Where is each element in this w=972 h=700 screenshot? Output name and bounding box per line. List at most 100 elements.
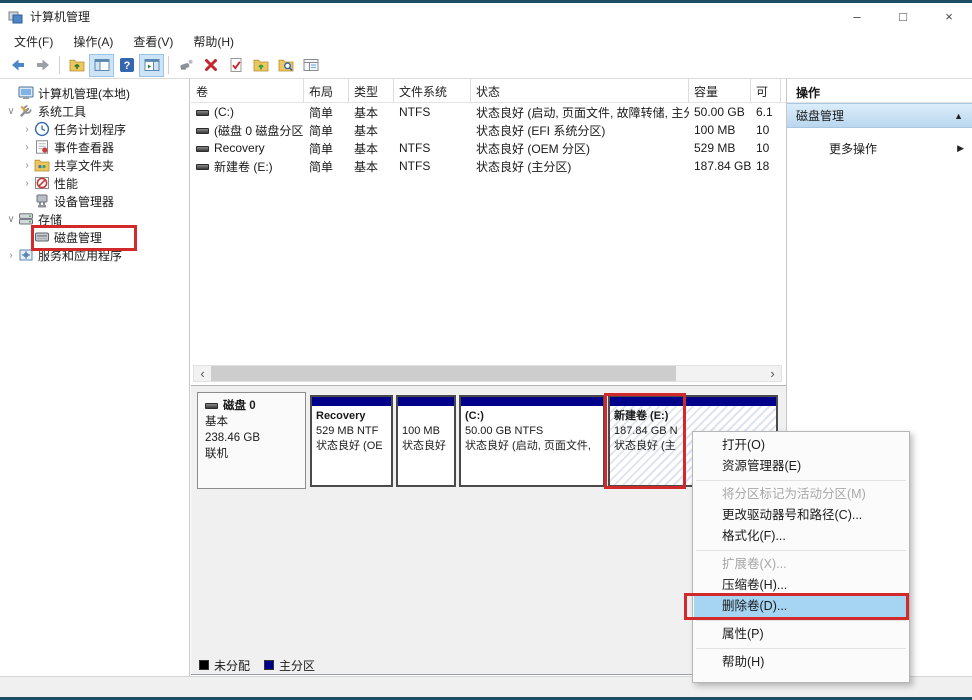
tree-item-performance[interactable]: › 性能 (0, 174, 189, 192)
menu-view[interactable]: 查看(V) (123, 31, 183, 52)
chevron-right-icon[interactable]: › (20, 142, 34, 153)
column-header-volume[interactable]: 卷 (191, 79, 304, 102)
partition-efi[interactable]: 100 MB 状态良好 (396, 395, 456, 487)
column-header-free[interactable]: 可 (751, 79, 781, 102)
window-title: 计算机管理 (30, 8, 90, 25)
column-header-layout[interactable]: 布局 (304, 79, 349, 102)
menu-item-shrink-volume[interactable]: 压缩卷(H)... (694, 575, 908, 596)
console-tool-icon[interactable] (173, 54, 198, 77)
menu-file[interactable]: 文件(F) (4, 31, 63, 52)
chevron-down-icon[interactable]: ∨ (4, 106, 18, 117)
table-row[interactable]: Recovery 简单 基本 NTFS 状态良好 (OEM 分区) 529 MB… (191, 139, 786, 157)
context-menu: 打开(O) 资源管理器(E) 将分区标记为活动分区(M) 更改驱动器号和路径(C… (692, 431, 910, 683)
event-viewer-icon (34, 139, 50, 155)
chevron-right-icon[interactable]: › (20, 124, 34, 135)
menu-action[interactable]: 操作(A) (63, 31, 123, 52)
volume-name: Recovery (214, 141, 265, 155)
volume-icon (196, 164, 209, 170)
menu-item-format[interactable]: 格式化(F)... (694, 526, 908, 547)
tools-icon (18, 103, 34, 119)
delete-icon[interactable] (198, 54, 223, 77)
menu-item-explorer[interactable]: 资源管理器(E) (694, 456, 908, 477)
tree-item-label: 共享文件夹 (54, 157, 114, 174)
collapse-icon[interactable]: ▲ (954, 111, 963, 121)
volume-capacity: 529 MB (689, 141, 751, 155)
tree-item-shared-folders[interactable]: › 共享文件夹 (0, 156, 189, 174)
menu-item-mark-active: 将分区标记为活动分区(M) (694, 484, 908, 505)
close-button[interactable]: × (926, 3, 972, 30)
menu-item-delete-volume[interactable]: 删除卷(D)... (694, 596, 908, 617)
menu-help[interactable]: 帮助(H) (183, 31, 244, 52)
horizontal-scrollbar[interactable]: ‹ › (193, 365, 782, 382)
tree-item-system-tools[interactable]: ∨ 系统工具 (0, 102, 189, 120)
tree-item-computer-management[interactable]: 计算机管理(本地) (0, 84, 189, 102)
unallocated-color-swatch (199, 660, 209, 670)
views-panel-icon[interactable] (298, 54, 323, 77)
device-manager-icon (34, 193, 50, 209)
legend-label: 未分配 (214, 657, 250, 674)
menu-item-label: 删除卷(D)... (722, 599, 787, 613)
tree-item-label: 事件查看器 (54, 139, 114, 156)
table-row[interactable]: (C:) 简单 基本 NTFS 状态良好 (启动, 页面文件, 故障转储, 主分… (191, 103, 786, 121)
partition-size: 529 MB NTF (316, 424, 387, 439)
scroll-left-icon[interactable]: ‹ (194, 366, 211, 381)
submenu-arrow-icon: ▶ (957, 143, 964, 154)
scroll-right-icon[interactable]: › (764, 366, 781, 381)
forward-icon[interactable] (30, 54, 55, 77)
tree-item-event-viewer[interactable]: › 事件查看器 (0, 138, 189, 156)
partition-c[interactable]: (C:) 50.00 GB NTFS 状态良好 (启动, 页面文件, (459, 395, 605, 487)
table-row[interactable]: 新建卷 (E:) 简单 基本 NTFS 状态良好 (主分区) 187.84 GB… (191, 157, 786, 175)
menu-item-change-drive-letter[interactable]: 更改驱动器号和路径(C)... (694, 505, 908, 526)
volume-fs: NTFS (394, 105, 471, 119)
column-header-status[interactable]: 状态 (471, 79, 689, 102)
volume-free: 10 (751, 141, 781, 155)
chevron-down-icon[interactable]: ∨ (4, 214, 18, 225)
volume-name: 新建卷 (E:) (214, 160, 273, 174)
help-icon[interactable]: ? (114, 54, 139, 77)
column-header-filesystem[interactable]: 文件系统 (394, 79, 471, 102)
chevron-right-icon[interactable]: › (20, 178, 34, 189)
scrollbar-thumb[interactable] (211, 366, 676, 381)
tree-item-label: 计算机管理(本地) (38, 85, 130, 102)
partition-size: 50.00 GB NTFS (465, 424, 599, 439)
chevron-right-icon[interactable]: › (20, 160, 34, 171)
more-actions-item[interactable]: 更多操作 ▶ (787, 135, 972, 161)
tree-item-device-manager[interactable]: 设备管理器 (0, 192, 189, 210)
find-folder-icon[interactable] (273, 54, 298, 77)
volume-status: 状态良好 (OEM 分区) (471, 140, 689, 157)
table-row[interactable]: (磁盘 0 磁盘分区 2) 简单 基本 状态良好 (EFI 系统分区) 100 … (191, 121, 786, 139)
checklist-icon[interactable] (223, 54, 248, 77)
titlebar: 计算机管理 – □ × (0, 3, 972, 30)
console-tree-toggle-icon[interactable] (89, 54, 114, 77)
partition-name: 新建卷 (E:) (614, 409, 772, 424)
disk0-label-panel[interactable]: 磁盘 0 基本 238.46 GB 联机 (197, 392, 306, 489)
computer-icon (18, 85, 34, 101)
scrollbar-track[interactable] (211, 366, 764, 381)
action-pane-toggle-icon[interactable] (139, 54, 164, 77)
disk-management-icon (34, 229, 50, 245)
back-icon[interactable] (5, 54, 30, 77)
column-header-capacity[interactable]: 容量 (689, 79, 751, 102)
up-folder-icon[interactable] (64, 54, 89, 77)
annotation-box-delete-volume (684, 593, 909, 620)
partition-color-bar (461, 397, 603, 406)
chevron-right-icon[interactable]: › (4, 250, 18, 261)
maximize-button[interactable]: □ (880, 3, 926, 30)
actions-group-disk-management[interactable]: 磁盘管理 ▲ (787, 103, 972, 128)
disk-name: 磁盘 0 (223, 400, 256, 412)
menu-item-open[interactable]: 打开(O) (694, 435, 908, 456)
menu-item-help[interactable]: 帮助(H) (694, 652, 908, 673)
volume-capacity: 187.84 GB (689, 159, 751, 173)
tree-item-services-applications[interactable]: › 服务和应用程序 (0, 246, 189, 264)
partition-recovery[interactable]: Recovery 529 MB NTF 状态良好 (OE (310, 395, 393, 487)
menu-item-properties[interactable]: 属性(P) (694, 624, 908, 645)
disk-size: 238.46 GB (205, 430, 298, 446)
tree-item-storage[interactable]: ∨ 存储 (0, 210, 189, 228)
tree-item-label: 磁盘管理 (54, 229, 102, 246)
tree-item-task-scheduler[interactable]: › 任务计划程序 (0, 120, 189, 138)
minimize-button[interactable]: – (834, 3, 880, 30)
tree-item-disk-management[interactable]: 磁盘管理 (0, 228, 189, 246)
import-folder-icon[interactable] (248, 54, 273, 77)
column-header-type[interactable]: 类型 (349, 79, 394, 102)
app-icon (8, 9, 24, 25)
